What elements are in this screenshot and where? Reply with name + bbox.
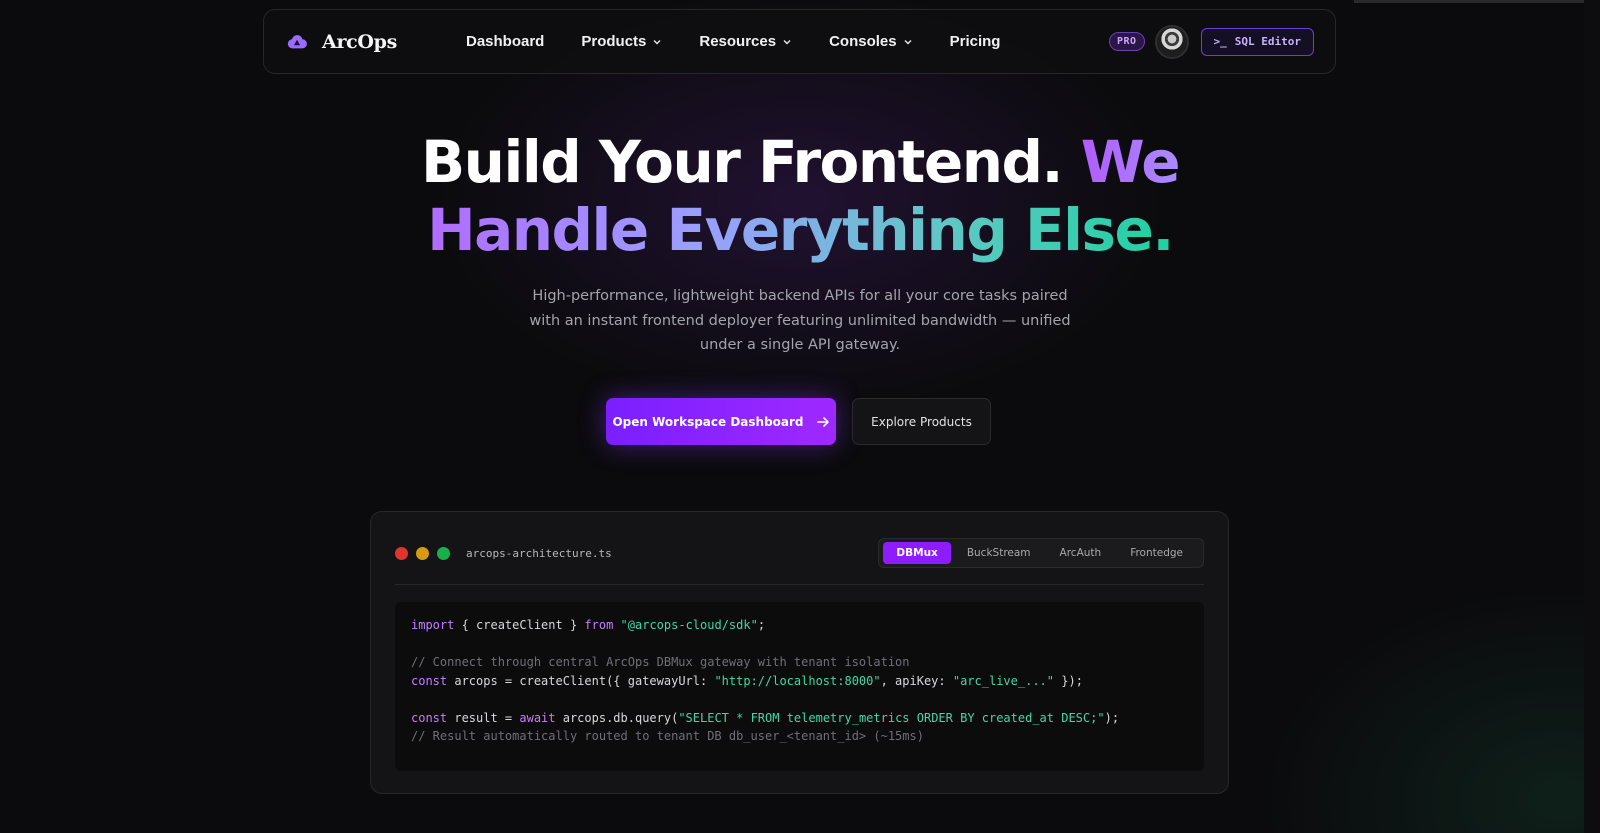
- code-line-import: import { createClient } from "@arcops-cl…: [411, 616, 1188, 635]
- code-token: const: [411, 673, 448, 688]
- code-token: from: [584, 618, 614, 632]
- code-line-query: const result = await arcops.db.query("SE…: [411, 709, 1188, 728]
- brand-name: ArcOps: [322, 30, 398, 53]
- code-line-comment: // Connect through central ArcOps DBMux …: [411, 655, 910, 669]
- code-token: { createClient }: [454, 618, 585, 632]
- code-preview-card: arcops-architecture.ts DBMux BuckStream …: [370, 511, 1229, 794]
- arrow-right-icon: [816, 416, 829, 427]
- code-token: "@arcops-cloud/sdk": [620, 618, 758, 632]
- nav-item-dashboard[interactable]: Dashboard: [466, 33, 544, 50]
- code-token: );: [1104, 710, 1120, 725]
- code-filename: arcops-architecture.ts: [466, 546, 612, 560]
- nav-item-consoles[interactable]: Consoles: [829, 33, 913, 50]
- code-token: "SELECT * FROM telemetry_metrics ORDER B…: [678, 710, 1105, 725]
- window-dot-green: [437, 546, 450, 560]
- code-token: arcops = createClient({ gatewayUrl:: [447, 673, 715, 688]
- code-token: const: [411, 710, 448, 725]
- top-navbar: ArcOps Dashboard Products Resources Cons…: [263, 9, 1336, 74]
- nav-item-resources[interactable]: Resources: [699, 33, 792, 50]
- chevron-down-icon: [653, 39, 661, 44]
- code-token: arcops.db.query(: [555, 710, 679, 725]
- cta-secondary-label: Explore Products: [871, 414, 972, 429]
- code-line-create-client: const arcops = createClient({ gatewayUrl…: [411, 672, 1188, 691]
- code-token: import: [411, 618, 455, 632]
- user-avatar[interactable]: [1154, 24, 1189, 59]
- cta-primary-label: Open Workspace Dashboard: [612, 414, 804, 429]
- sql-editor-label: SQL Editor: [1234, 35, 1301, 48]
- code-token: });: [1054, 673, 1083, 688]
- code-token: , apiKey:: [880, 673, 953, 688]
- pro-badge: PRO: [1108, 32, 1145, 51]
- nav-item-label: Resources: [699, 33, 777, 50]
- top-edge-highlight: [1354, 0, 1584, 3]
- product-tabs: DBMux BuckStream ArcAuth Frontedge: [878, 538, 1204, 568]
- tab-arcauth[interactable]: ArcAuth: [1047, 542, 1115, 564]
- nav-item-label: Products: [581, 33, 647, 50]
- nav-item-products[interactable]: Products: [581, 33, 662, 50]
- nav-links: Dashboard Products Resources Consoles Pr…: [466, 33, 1037, 50]
- nav-item-label: Consoles: [829, 33, 897, 50]
- hero-title-we: We: [1080, 128, 1181, 196]
- code-token: result =: [447, 710, 520, 725]
- tab-buckstream[interactable]: BuckStream: [954, 542, 1044, 564]
- chevron-down-icon: [783, 39, 791, 44]
- nav-item-label: Pricing: [949, 33, 1001, 50]
- code-token: ;: [757, 618, 766, 632]
- tab-frontedge[interactable]: Frontedge: [1117, 542, 1196, 564]
- sql-editor-button[interactable]: >_ SQL Editor: [1200, 27, 1314, 56]
- nav-right: PRO >_ SQL Editor: [1108, 24, 1314, 59]
- chevron-down-icon: [904, 39, 912, 44]
- brand[interactable]: ArcOps: [286, 31, 431, 53]
- hero-title-white: Build Your Frontend.: [420, 128, 1064, 196]
- hero-title-line2: Handle Everything Else.: [427, 196, 1174, 264]
- hero-title: Build Your Frontend. We Handle Everythin…: [0, 128, 1600, 264]
- terminal-prompt-icon: >_: [1213, 35, 1227, 48]
- tab-dbmux[interactable]: DBMux: [883, 542, 951, 564]
- code-token: "arc_live_...": [952, 673, 1055, 688]
- code-line-result-comment: // Result automatically routed to tenant…: [411, 729, 924, 743]
- nav-item-pricing[interactable]: Pricing: [950, 33, 1001, 50]
- scrollbar[interactable]: [1584, 0, 1600, 833]
- code-block: import { createClient } from "@arcops-cl…: [395, 602, 1204, 771]
- window-dot-red: [395, 546, 408, 560]
- open-workspace-dashboard-button[interactable]: Open Workspace Dashboard: [606, 398, 836, 445]
- code-token: "http://localhost:8000": [714, 673, 881, 688]
- cloud-logo-icon: [287, 34, 307, 48]
- code-card-divider: [395, 584, 1204, 585]
- code-card-header: arcops-architecture.ts DBMux BuckStream …: [395, 537, 1204, 569]
- nav-item-label: Dashboard: [466, 33, 545, 50]
- window-dot-yellow: [416, 546, 429, 560]
- hero-subtitle: High-performance, lightweight backend AP…: [529, 288, 1071, 353]
- explore-products-button[interactable]: Explore Products: [852, 398, 991, 445]
- code-token: await: [519, 710, 556, 725]
